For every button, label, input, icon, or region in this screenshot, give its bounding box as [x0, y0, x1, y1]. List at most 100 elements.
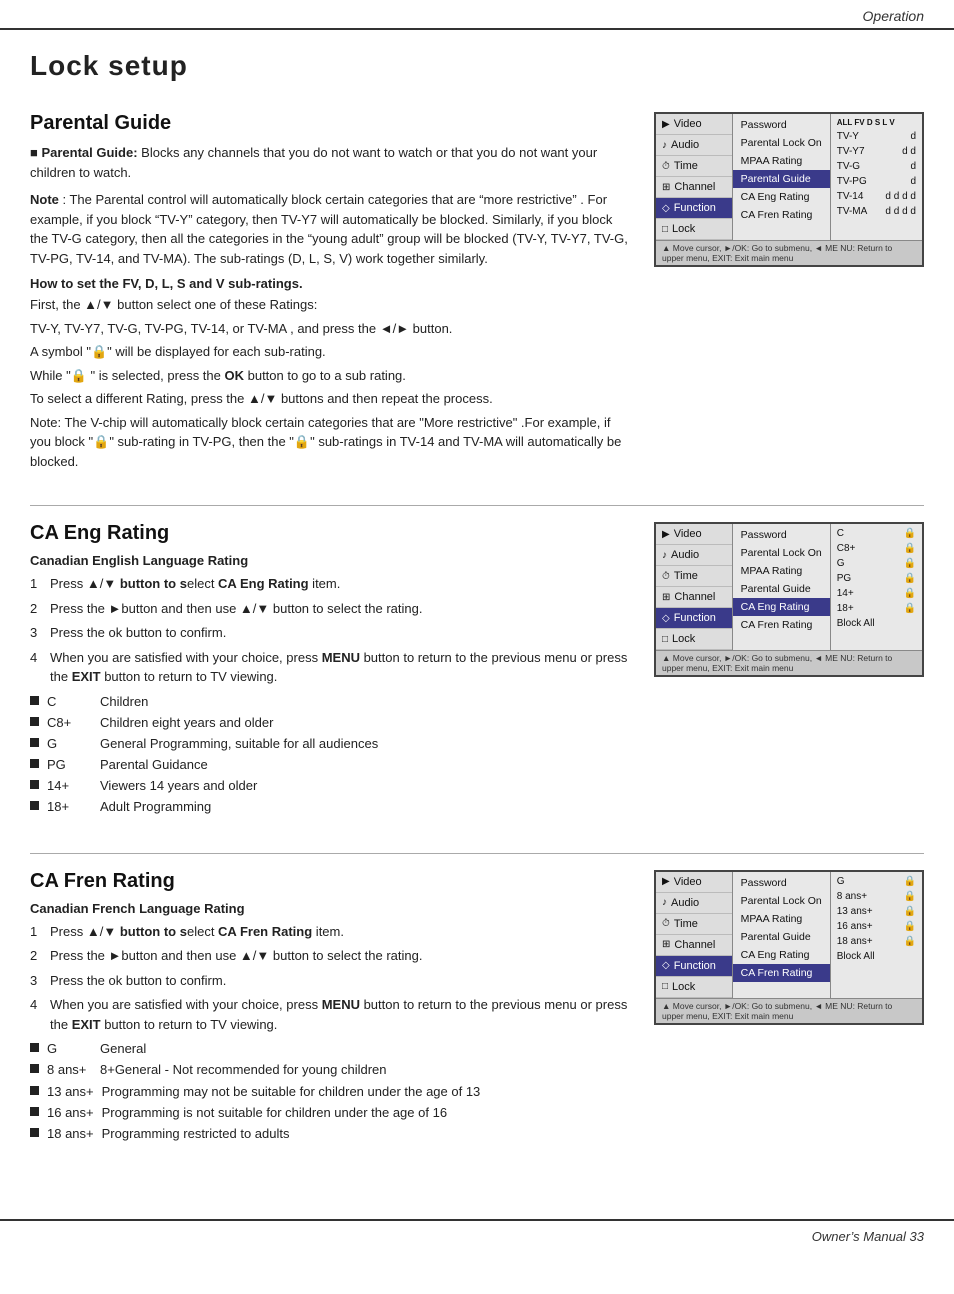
- section-ca-fren-text: CA Fren Rating Canadian French Language …: [30, 870, 634, 1149]
- menu-r-tvy7-1: TV-Y7 d d: [835, 144, 918, 159]
- menu-r-tvpg-1: TV-PG d: [835, 174, 918, 189]
- menu-r-c8: C8+ 🔒: [835, 541, 918, 556]
- menu-right-col-1: ALL FV D S L V TV-Y d TV-Y7 d d TV-G d T…: [831, 114, 922, 240]
- menu-item-time-3: ⏱Time: [656, 914, 732, 935]
- menu-c-parentalguide-3: Parental Guide: [733, 928, 830, 946]
- menu-r-tvg-1: TV-G d: [835, 159, 918, 174]
- caeng-steps: 1Press ▲/▼ button to select CA Eng Ratin…: [30, 574, 634, 687]
- para-ratings-3: A symbol "🔒" will be displayed for each …: [30, 342, 634, 362]
- main-content: Lock setup Parental Guide ■ Parental Gui…: [0, 30, 954, 1199]
- menu-item-video-1: ▶Video: [656, 114, 732, 135]
- menu-r-14: 14+ 🔒: [835, 586, 918, 601]
- menu-r-13ans: 13 ans+ 🔒: [835, 904, 918, 919]
- menu-c-parentalguide-2: Parental Guide: [733, 580, 830, 598]
- menu-item-lock-3: □Lock: [656, 977, 732, 998]
- menu-item-lock-2: □Lock: [656, 629, 732, 650]
- para-ratings-4: While "🔒 " is selected, press the OK but…: [30, 366, 634, 386]
- para-ratings-1: First, the ▲/▼ button select one of thes…: [30, 295, 634, 315]
- cafren-bullet-16: 16 ans+Programming is not suitable for c…: [30, 1104, 634, 1122]
- menu-box-1: ▶Video ♪Audio ⏱Time ⊞Channel ◇Function □…: [654, 112, 924, 267]
- cafren-step-4: 4When you are satisfied with your choice…: [30, 995, 634, 1034]
- section-ca-eng: CA Eng Rating Canadian English Language …: [30, 522, 924, 823]
- menu-footer-1: ▲ Move cursor, ►/OK: Go to submenu, ◄ ME…: [656, 240, 922, 265]
- menu-center-col-2: Password Parental Lock On MPAA Rating Pa…: [733, 524, 831, 650]
- para-ratings-5: To select a different Rating, press the …: [30, 389, 634, 409]
- menu-r-header-1: ALL FV D S L V: [835, 116, 918, 129]
- menu-footer-2: ▲ Move cursor, ►/OK: Go to submenu, ◄ ME…: [656, 650, 922, 675]
- parental-intro: ■ Parental Guide: Blocks any channels th…: [30, 143, 634, 182]
- menu-item-video-3: ▶Video: [656, 872, 732, 893]
- footer-text: Owner’s Manual 33: [812, 1229, 924, 1244]
- parental-bold-term: ■ Parental Guide:: [30, 145, 138, 160]
- menu-c-cafren-2: CA Fren Rating: [733, 616, 830, 634]
- menu-left-col-3: ▶Video ♪Audio ⏱Time ⊞Channel ◇Function □…: [656, 872, 733, 998]
- menu-screenshot-parental: ▶Video ♪Audio ⏱Time ⊞Channel ◇Function □…: [654, 112, 924, 475]
- caeng-bullets: CChildren C8+Children eight years and ol…: [30, 693, 634, 817]
- menu-c-password-3: Password: [733, 874, 830, 892]
- divider-1: [30, 505, 924, 506]
- cafren-step-2: 2Press the ►button and then use ▲/▼ butt…: [30, 946, 634, 966]
- divider-2: [30, 853, 924, 854]
- menu-r-8ans: 8 ans+ 🔒: [835, 889, 918, 904]
- caeng-bullet-g: GGeneral Programming, suitable for all a…: [30, 735, 634, 753]
- menu-item-channel-1: ⊞Channel: [656, 177, 732, 198]
- cafren-bullet-g: GGeneral: [30, 1040, 634, 1058]
- menu-c-cafren-3: CA Fren Rating: [733, 964, 830, 982]
- menu-c-mpaa-1: MPAA Rating: [733, 152, 830, 170]
- menu-item-time-2: ⏱Time: [656, 566, 732, 587]
- sub-heading-fv: How to set the FV, D, L, S and V sub-rat…: [30, 276, 634, 291]
- section-heading-cafren: CA Fren Rating: [30, 870, 634, 893]
- menu-center-col-1: Password Parental Lock On MPAA Rating Pa…: [733, 114, 831, 240]
- menu-screenshot-cafren: ▶Video ♪Audio ⏱Time ⊞Channel ◇Function □…: [654, 870, 924, 1149]
- menu-item-channel-2: ⊞Channel: [656, 587, 732, 608]
- page-title: Lock setup: [30, 50, 924, 82]
- menu-left-col-2: ▶Video ♪Audio ⏱Time ⊞Channel ◇Function □…: [656, 524, 733, 650]
- section-parental-guide-text: Parental Guide ■ Parental Guide: Blocks …: [30, 112, 634, 475]
- menu-right-col-2: C 🔒 C8+ 🔒 G 🔒 PG 🔒 14+ 🔒 18+ 🔒 Block All: [831, 524, 922, 650]
- menu-c-parentallock-2: Parental Lock On: [733, 544, 830, 562]
- menu-footer-3: ▲ Move cursor, ►/OK: Go to submenu, ◄ ME…: [656, 998, 922, 1023]
- menu-r-tvy-1: TV-Y d: [835, 129, 918, 144]
- menu-r-blockall: Block All: [835, 616, 918, 631]
- menu-r-tvma-1: TV-MA d d d d: [835, 204, 918, 219]
- menu-item-lock-1: □Lock: [656, 219, 732, 240]
- para-ratings-note: Note: The V-chip will automatically bloc…: [30, 413, 634, 472]
- menu-c-caeng-2: CA Eng Rating: [733, 598, 830, 616]
- cafren-bullet-18: 18 ans+Programming restricted to adults: [30, 1125, 634, 1143]
- menu-item-video-2: ▶Video: [656, 524, 732, 545]
- caeng-bullet-14: 14+Viewers 14 years and older: [30, 777, 634, 795]
- menu-box-3: ▶Video ♪Audio ⏱Time ⊞Channel ◇Function □…: [654, 870, 924, 1025]
- menu-item-audio-2: ♪Audio: [656, 545, 732, 566]
- menu-item-audio-1: ♪Audio: [656, 135, 732, 156]
- menu-c-mpaa-2: MPAA Rating: [733, 562, 830, 580]
- menu-r-pg: PG 🔒: [835, 571, 918, 586]
- caeng-bullet-c: CChildren: [30, 693, 634, 711]
- caeng-step-4: 4When you are satisfied with your choice…: [30, 648, 634, 687]
- menu-c-caeng-3: CA Eng Rating: [733, 946, 830, 964]
- caeng-step-1: 1Press ▲/▼ button to select CA Eng Ratin…: [30, 574, 634, 594]
- menu-c-caeng-1: CA Eng Rating: [733, 188, 830, 206]
- menu-c-password-1: Password: [733, 116, 830, 134]
- section-ca-fren: CA Fren Rating Canadian French Language …: [30, 870, 924, 1149]
- menu-r-18ans: 18 ans+ 🔒: [835, 934, 918, 949]
- caeng-bullet-18: 18+Adult Programming: [30, 798, 634, 816]
- menu-r-blockall-3: Block All: [835, 949, 918, 964]
- cafren-bullet-8: 8 ans+8+General - Not recommended for yo…: [30, 1061, 634, 1079]
- cafren-step-3: 3Press the ok button to confirm.: [30, 971, 634, 991]
- section-heading-caeng: CA Eng Rating: [30, 522, 634, 545]
- cafren-step-1: 1Press ▲/▼ button to select CA Fren Rati…: [30, 922, 634, 942]
- section-ca-eng-text: CA Eng Rating Canadian English Language …: [30, 522, 634, 823]
- header-title: Operation: [863, 8, 924, 24]
- cafren-subheading: Canadian French Language Rating: [30, 901, 634, 916]
- menu-item-audio-3: ♪Audio: [656, 893, 732, 914]
- menu-r-g: G 🔒: [835, 556, 918, 571]
- parental-note: Note : The Parental control will automat…: [30, 190, 634, 268]
- menu-r-16ans: 16 ans+ 🔒: [835, 919, 918, 934]
- section-parental-guide: Parental Guide ■ Parental Guide: Blocks …: [30, 112, 924, 475]
- menu-item-function-3: ◇Function: [656, 956, 732, 977]
- cafren-steps: 1Press ▲/▼ button to select CA Fren Rati…: [30, 922, 634, 1035]
- menu-c-parentalguide-1: Parental Guide: [733, 170, 830, 188]
- caeng-step-3: 3Press the ok button to confirm.: [30, 623, 634, 643]
- menu-c-parentallock-3: Parental Lock On: [733, 892, 830, 910]
- cafren-bullets: GGeneral 8 ans+8+General - Not recommend…: [30, 1040, 634, 1143]
